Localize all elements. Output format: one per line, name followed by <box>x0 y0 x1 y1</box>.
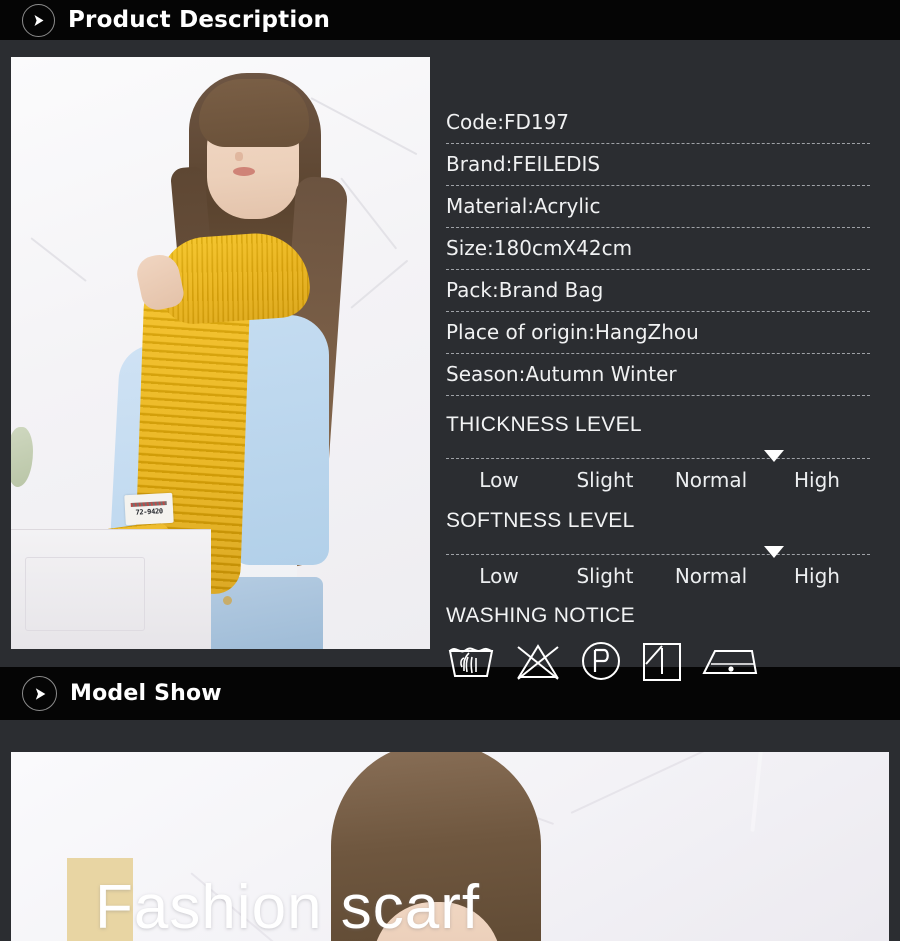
line-dry-icon <box>641 640 683 682</box>
washing-notice-block: WASHING NOTICE <box>446 604 876 682</box>
thickness-option-slight[interactable]: Slight <box>552 468 658 492</box>
label-woven-stripe <box>130 501 167 507</box>
thickness-option-low[interactable]: Low <box>446 468 552 492</box>
furniture-dresser <box>11 529 211 649</box>
softness-level-labels: Low Slight Normal High <box>446 564 870 588</box>
thickness-level-block: THICKNESS LEVEL Low Slight Normal High <box>446 410 876 492</box>
thickness-level-track[interactable] <box>446 448 870 464</box>
photo-inner: 72-9420 <box>11 57 430 649</box>
spec-row-size: Size:180cmX42cm <box>446 228 876 270</box>
product-content-row: 72-9420 Code:FD197 Brand:FEILEDIS Materi… <box>0 40 900 681</box>
spec-text: Material:Acrylic <box>446 194 601 218</box>
spec-text: Season:Autumn Winter <box>446 362 677 386</box>
product-description-page: Product Description 72-9420 Code:FD197 B… <box>0 0 900 941</box>
softness-level-title: SOFTNESS LEVEL <box>446 509 635 532</box>
section-title: Product Description <box>68 6 331 33</box>
furniture-knob <box>223 596 232 605</box>
spec-row-pack: Pack:Brand Bag <box>446 270 876 312</box>
play-circle-icon <box>22 3 55 37</box>
softness-option-slight[interactable]: Slight <box>552 564 658 588</box>
do-not-bleach-icon <box>515 641 561 681</box>
spec-row-place-of-origin: Place of origin:HangZhou <box>446 312 876 354</box>
thickness-option-high[interactable]: High <box>764 468 870 492</box>
spec-row-code: Code:FD197 <box>446 102 876 144</box>
spec-panel: Code:FD197 Brand:FEILEDIS Material:Acryl… <box>446 102 876 682</box>
model-lips <box>233 167 255 176</box>
scarf-brand-label: 72-9420 <box>124 492 174 526</box>
softness-track-line <box>446 554 870 555</box>
label-code-text: 72-9420 <box>135 507 164 517</box>
spec-text: Size:180cmX42cm <box>446 236 633 260</box>
section-title: Model Show <box>70 680 222 706</box>
spec-row-brand: Brand:FEILEDIS <box>446 144 876 186</box>
washing-icon-row <box>446 640 876 682</box>
thickness-level-marker[interactable] <box>764 450 784 462</box>
iron-low-icon <box>702 642 758 680</box>
softness-option-low[interactable]: Low <box>446 564 552 588</box>
thickness-level-title: THICKNESS LEVEL <box>446 413 642 436</box>
softness-option-normal[interactable]: Normal <box>658 564 764 588</box>
dry-clean-p-icon <box>580 640 622 682</box>
spec-text: Pack:Brand Bag <box>446 278 604 302</box>
softness-option-high[interactable]: High <box>764 564 870 588</box>
product-photo[interactable]: 72-9420 <box>11 57 430 649</box>
model-show-banner[interactable]: Fashion scarf you like <box>11 752 889 941</box>
spec-text: Code:FD197 <box>446 110 570 134</box>
spec-divider <box>446 395 870 396</box>
spec-text: Brand:FEILEDIS <box>446 152 601 176</box>
softness-level-block: SOFTNESS LEVEL Low Slight Normal High <box>446 506 876 588</box>
play-circle-icon <box>22 676 57 711</box>
thickness-track-line <box>446 458 870 459</box>
spec-row-season: Season:Autumn Winter <box>446 354 876 396</box>
model-hair-front <box>199 79 309 147</box>
softness-level-track[interactable] <box>446 544 870 560</box>
softness-level-marker[interactable] <box>764 546 784 558</box>
section-header-product-description: Product Description <box>0 0 900 40</box>
spec-row-material: Material:Acrylic <box>446 186 876 228</box>
model-nose <box>235 152 243 161</box>
thickness-option-normal[interactable]: Normal <box>658 468 764 492</box>
banner-title: Fashion scarf <box>95 873 481 941</box>
washing-notice-title: WASHING NOTICE <box>446 604 635 627</box>
spec-text: Place of origin:HangZhou <box>446 320 699 344</box>
furniture-panel <box>25 557 145 631</box>
thickness-level-labels: Low Slight Normal High <box>446 468 870 492</box>
hand-wash-icon <box>446 641 496 681</box>
